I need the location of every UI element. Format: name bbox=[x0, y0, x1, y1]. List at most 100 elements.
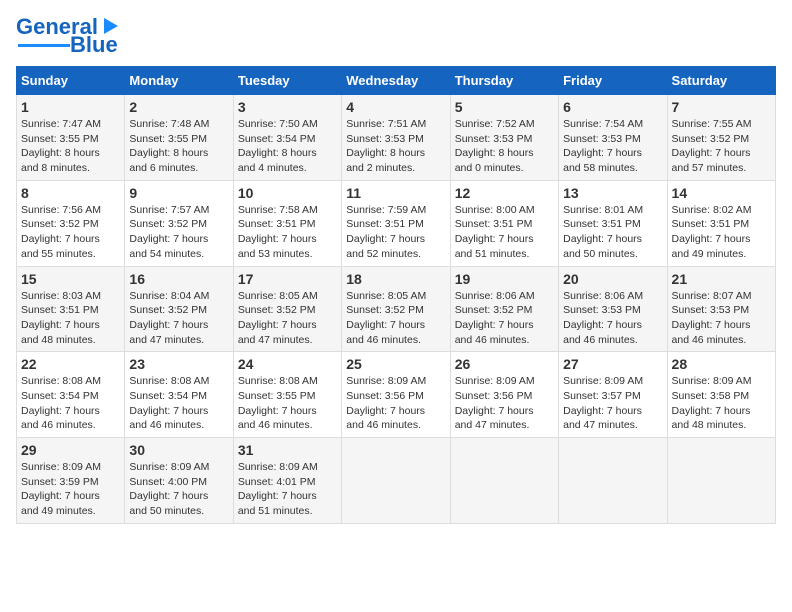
cell-line: Daylight: 7 hours bbox=[563, 404, 662, 419]
cell-line: and 50 minutes. bbox=[129, 504, 228, 519]
cell-line: Sunrise: 7:50 AM bbox=[238, 117, 337, 132]
cell-content: Sunrise: 8:09 AMSunset: 3:56 PMDaylight:… bbox=[455, 374, 554, 433]
cell-line: Sunset: 3:51 PM bbox=[21, 303, 120, 318]
cell-line: Sunrise: 7:57 AM bbox=[129, 203, 228, 218]
day-number: 31 bbox=[238, 442, 337, 458]
day-number: 13 bbox=[563, 185, 662, 201]
cell-line: Daylight: 7 hours bbox=[455, 404, 554, 419]
cell-content: Sunrise: 8:09 AMSunset: 4:01 PMDaylight:… bbox=[238, 460, 337, 519]
cell-line: Daylight: 7 hours bbox=[346, 318, 445, 333]
calendar-cell: 25 Sunrise: 8:09 AMSunset: 3:56 PMDayligh… bbox=[342, 352, 450, 438]
cell-line: and 47 minutes. bbox=[455, 418, 554, 433]
cell-line: and 48 minutes. bbox=[672, 418, 771, 433]
cell-content: Sunrise: 7:57 AMSunset: 3:52 PMDaylight:… bbox=[129, 203, 228, 262]
cell-line: Sunset: 3:56 PM bbox=[346, 389, 445, 404]
column-header-sunday: Sunday bbox=[17, 67, 125, 95]
cell-line: Sunrise: 7:52 AM bbox=[455, 117, 554, 132]
day-number: 20 bbox=[563, 271, 662, 287]
cell-line: and 6 minutes. bbox=[129, 161, 228, 176]
day-number: 25 bbox=[346, 356, 445, 372]
calendar-cell: 8Sunrise: 7:56 AMSunset: 3:52 PMDaylight… bbox=[17, 180, 125, 266]
day-number: 29 bbox=[21, 442, 120, 458]
calendar-cell: 2Sunrise: 7:48 AMSunset: 3:55 PMDaylight… bbox=[125, 95, 233, 181]
cell-line: Sunrise: 7:55 AM bbox=[672, 117, 771, 132]
cell-line: Sunset: 3:55 PM bbox=[238, 389, 337, 404]
cell-line: Sunrise: 8:09 AM bbox=[238, 460, 337, 475]
day-number: 12 bbox=[455, 185, 554, 201]
cell-line: Sunset: 4:01 PM bbox=[238, 475, 337, 490]
logo-blue-text: Blue bbox=[70, 34, 118, 56]
cell-line: Sunset: 3:53 PM bbox=[563, 132, 662, 147]
cell-line: Sunrise: 7:56 AM bbox=[21, 203, 120, 218]
cell-line: Sunrise: 7:51 AM bbox=[346, 117, 445, 132]
cell-line: Sunset: 3:52 PM bbox=[129, 303, 228, 318]
cell-line: and 55 minutes. bbox=[21, 247, 120, 262]
calendar-cell: 27Sunrise: 8:09 AMSunset: 3:57 PMDayligh… bbox=[559, 352, 667, 438]
cell-line: Daylight: 7 hours bbox=[238, 318, 337, 333]
day-number: 18 bbox=[346, 271, 445, 287]
calendar-cell: 11Sunrise: 7:59 AMSunset: 3:51 PMDayligh… bbox=[342, 180, 450, 266]
cell-line: Daylight: 7 hours bbox=[346, 404, 445, 419]
day-number: 26 bbox=[455, 356, 554, 372]
day-number: 23 bbox=[129, 356, 228, 372]
cell-line: Daylight: 7 hours bbox=[129, 489, 228, 504]
column-header-tuesday: Tuesday bbox=[233, 67, 341, 95]
cell-content: Sunrise: 8:09 AMSunset: 4:00 PMDaylight:… bbox=[129, 460, 228, 519]
cell-line: Sunset: 3:52 PM bbox=[21, 217, 120, 232]
cell-line: Sunset: 3:53 PM bbox=[672, 303, 771, 318]
cell-line: Sunrise: 8:09 AM bbox=[346, 374, 445, 389]
cell-line: and 47 minutes. bbox=[129, 333, 228, 348]
cell-line: Sunset: 3:53 PM bbox=[563, 303, 662, 318]
cell-line: Sunrise: 7:59 AM bbox=[346, 203, 445, 218]
cell-line: Daylight: 7 hours bbox=[672, 232, 771, 247]
calendar-cell bbox=[559, 438, 667, 524]
calendar-cell: 26 Sunrise: 8:09 AMSunset: 3:56 PMDayligh… bbox=[450, 352, 558, 438]
column-header-saturday: Saturday bbox=[667, 67, 775, 95]
cell-content: Sunrise: 8:04 AMSunset: 3:52 PMDaylight:… bbox=[129, 289, 228, 348]
cell-line: and 46 minutes. bbox=[455, 333, 554, 348]
calendar-header-row: SundayMondayTuesdayWednesdayThursdayFrid… bbox=[17, 67, 776, 95]
cell-line: Sunrise: 8:07 AM bbox=[672, 289, 771, 304]
calendar-cell bbox=[450, 438, 558, 524]
calendar-cell: 22Sunrise: 8:08 AMSunset: 3:54 PMDayligh… bbox=[17, 352, 125, 438]
column-header-friday: Friday bbox=[559, 67, 667, 95]
cell-line: Sunset: 3:51 PM bbox=[672, 217, 771, 232]
cell-content: Sunrise: 8:05 AMSunset: 3:52 PMDaylight:… bbox=[346, 289, 445, 348]
cell-line: and 58 minutes. bbox=[563, 161, 662, 176]
calendar-week-row: 29Sunrise: 8:09 AMSunset: 3:59 PMDayligh… bbox=[17, 438, 776, 524]
column-header-monday: Monday bbox=[125, 67, 233, 95]
cell-line: Sunrise: 8:08 AM bbox=[129, 374, 228, 389]
cell-line: Daylight: 7 hours bbox=[672, 404, 771, 419]
cell-line: Sunset: 3:54 PM bbox=[129, 389, 228, 404]
cell-line: Sunrise: 8:09 AM bbox=[21, 460, 120, 475]
cell-content: Sunrise: 8:06 AMSunset: 3:53 PMDaylight:… bbox=[563, 289, 662, 348]
logo: General Blue bbox=[16, 16, 122, 56]
day-number: 1 bbox=[21, 99, 120, 115]
cell-content: Sunrise: 7:59 AMSunset: 3:51 PMDaylight:… bbox=[346, 203, 445, 262]
cell-line: Sunset: 4:00 PM bbox=[129, 475, 228, 490]
day-number: 22 bbox=[21, 356, 120, 372]
cell-line: Daylight: 7 hours bbox=[21, 404, 120, 419]
day-number: 6 bbox=[563, 99, 662, 115]
cell-line: and 53 minutes. bbox=[238, 247, 337, 262]
cell-line: and 51 minutes. bbox=[238, 504, 337, 519]
cell-line: and 50 minutes. bbox=[563, 247, 662, 262]
cell-line: Sunset: 3:55 PM bbox=[129, 132, 228, 147]
cell-line: Sunset: 3:52 PM bbox=[346, 303, 445, 318]
calendar-cell: 1Sunrise: 7:47 AMSunset: 3:55 PMDaylight… bbox=[17, 95, 125, 181]
cell-line: Sunset: 3:54 PM bbox=[238, 132, 337, 147]
cell-line: and 46 minutes. bbox=[238, 418, 337, 433]
cell-line: and 47 minutes. bbox=[238, 333, 337, 348]
calendar-cell: 23Sunrise: 8:08 AMSunset: 3:54 PMDayligh… bbox=[125, 352, 233, 438]
day-number: 4 bbox=[346, 99, 445, 115]
cell-line: Sunset: 3:54 PM bbox=[21, 389, 120, 404]
cell-content: Sunrise: 7:48 AMSunset: 3:55 PMDaylight:… bbox=[129, 117, 228, 176]
day-number: 5 bbox=[455, 99, 554, 115]
cell-content: Sunrise: 8:00 AMSunset: 3:51 PMDaylight:… bbox=[455, 203, 554, 262]
cell-content: Sunrise: 8:05 AMSunset: 3:52 PMDaylight:… bbox=[238, 289, 337, 348]
cell-line: Sunrise: 8:06 AM bbox=[455, 289, 554, 304]
cell-line: Sunrise: 8:01 AM bbox=[563, 203, 662, 218]
cell-content: Sunrise: 7:50 AMSunset: 3:54 PMDaylight:… bbox=[238, 117, 337, 176]
cell-line: Sunset: 3:56 PM bbox=[455, 389, 554, 404]
day-number: 14 bbox=[672, 185, 771, 201]
